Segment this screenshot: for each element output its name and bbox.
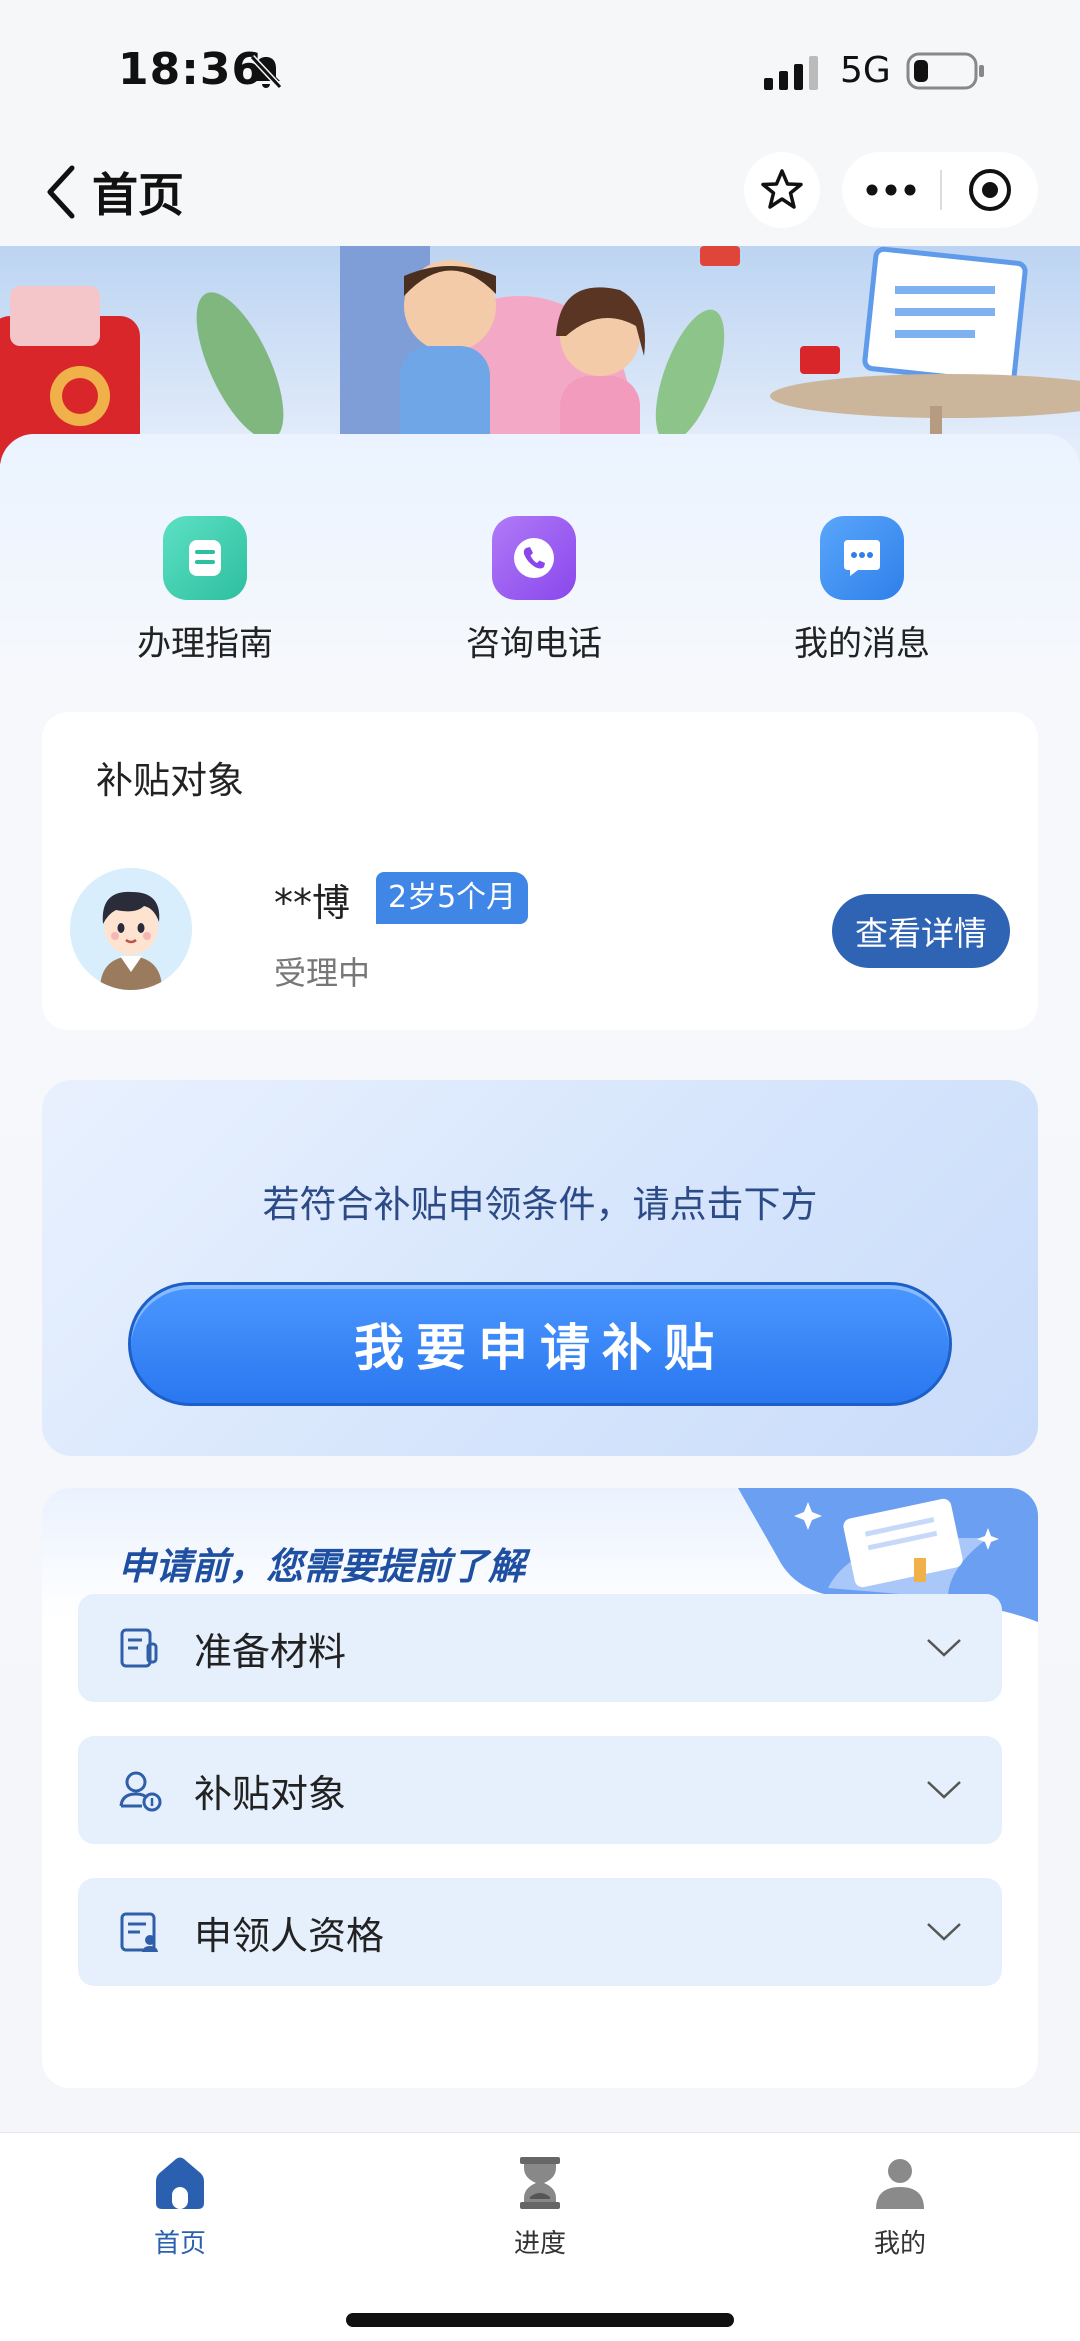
phone-label: 咨询电话 bbox=[466, 624, 602, 664]
signal-icon bbox=[764, 56, 818, 90]
guide-entry[interactable]: 办理指南 bbox=[105, 516, 305, 665]
close-circle-icon bbox=[969, 169, 1011, 211]
person-coin-icon bbox=[119, 1771, 162, 1812]
view-details-button[interactable]: 查看详情 bbox=[832, 894, 1010, 968]
back-button[interactable]: 首页 bbox=[44, 162, 184, 222]
apply-section: 若符合补贴申领条件，请点击下方 我要申请补贴 bbox=[42, 1080, 1038, 1456]
more-icon bbox=[866, 184, 916, 196]
back-arrow-icon bbox=[47, 165, 75, 219]
application-status: 受理中 bbox=[274, 954, 371, 992]
chevron-down-icon bbox=[927, 1781, 961, 1799]
avatar bbox=[70, 868, 192, 990]
tab-label: 首页 bbox=[153, 2229, 206, 2259]
nav-bar: 首页 bbox=[0, 140, 1080, 246]
hourglass-icon bbox=[520, 2157, 560, 2209]
accordion-label: 补贴对象 bbox=[194, 1771, 347, 1816]
page-title: 首页 bbox=[92, 168, 184, 222]
home-indicator bbox=[346, 2313, 734, 2327]
message-icon bbox=[820, 516, 904, 600]
tab-home[interactable]: 首页 bbox=[100, 2153, 260, 2260]
card-title: 补贴对象 bbox=[96, 759, 244, 802]
bottom-tab-bar: 首页 进度 我的 bbox=[0, 2132, 1080, 2341]
status-time: 18:36 bbox=[118, 44, 264, 95]
age-badge: 2岁5个月 bbox=[376, 872, 529, 924]
info-title: 申请前，您需要提前了解 bbox=[118, 1545, 525, 1588]
child-name: **博 bbox=[274, 881, 351, 925]
miniapp-capsule bbox=[842, 152, 1038, 228]
tab-progress[interactable]: 进度 bbox=[460, 2153, 620, 2260]
subsidy-object-card: 补贴对象 **博 2岁5个月 受理中 查看详情 bbox=[42, 712, 1038, 1030]
close-miniapp-button[interactable] bbox=[942, 152, 1038, 228]
accordion-label: 申领人资格 bbox=[194, 1913, 385, 1958]
home-icon bbox=[156, 2157, 204, 2209]
apply-hint: 若符合补贴申领条件，请点击下方 bbox=[262, 1183, 818, 1226]
star-icon bbox=[761, 169, 803, 209]
tab-label: 我的 bbox=[873, 2229, 926, 2259]
pre-application-info: 申请前，您需要提前了解 准备材料 补贴对象 申领人资格 bbox=[42, 1488, 1038, 2088]
accordion-applicant-qualification[interactable]: 申领人资格 bbox=[78, 1878, 1002, 1986]
document-icon bbox=[120, 1628, 158, 1668]
id-form-icon bbox=[120, 1912, 158, 1952]
more-button[interactable] bbox=[842, 152, 940, 228]
apply-subsidy-button[interactable]: 我要申请补贴 bbox=[128, 1282, 952, 1406]
user-icon bbox=[876, 2159, 924, 2209]
quick-entries: 办理指南 咨询电话 我的消息 bbox=[0, 516, 1080, 676]
accordion-prepare-materials[interactable]: 准备材料 bbox=[78, 1594, 1002, 1702]
accordion-label: 准备材料 bbox=[194, 1629, 347, 1674]
message-label: 我的消息 bbox=[794, 624, 930, 664]
status-bar: 18:36 5G bbox=[0, 0, 1080, 140]
favorite-button[interactable] bbox=[744, 152, 820, 228]
accordion-subsidy-object[interactable]: 补贴对象 bbox=[78, 1736, 1002, 1844]
phone-entry[interactable]: 咨询电话 bbox=[434, 516, 634, 665]
tab-label: 进度 bbox=[513, 2229, 566, 2259]
guide-icon bbox=[163, 516, 247, 600]
phone-icon bbox=[492, 516, 576, 600]
bell-off-icon bbox=[249, 54, 283, 90]
chevron-down-icon bbox=[927, 1639, 961, 1657]
network-type: 5G bbox=[840, 50, 891, 91]
tab-mine[interactable]: 我的 bbox=[820, 2153, 980, 2260]
guide-label: 办理指南 bbox=[137, 624, 273, 664]
battery-icon bbox=[906, 52, 984, 90]
chevron-down-icon bbox=[927, 1923, 961, 1941]
message-entry[interactable]: 我的消息 bbox=[762, 516, 962, 665]
